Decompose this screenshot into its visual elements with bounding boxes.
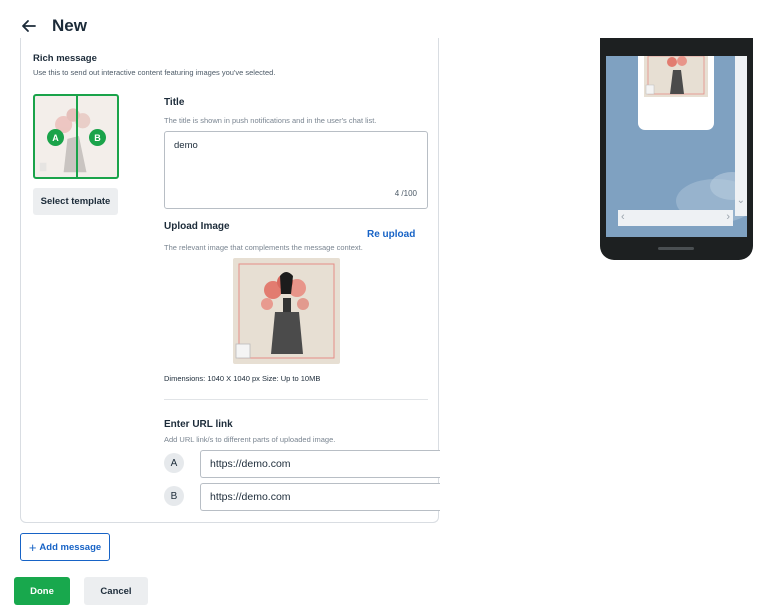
add-message-button[interactable]: + Add message xyxy=(20,533,110,561)
reupload-link[interactable]: Re upload xyxy=(367,229,415,240)
region-a-badge: A xyxy=(47,129,64,146)
uploaded-image-preview xyxy=(233,258,340,364)
arrow-left-icon[interactable] xyxy=(20,17,38,35)
cancel-button[interactable]: Cancel xyxy=(84,577,148,605)
rich-message-card: Rich message Use this to send out intera… xyxy=(20,38,440,523)
title-hint: The title is shown in push notifications… xyxy=(164,116,377,125)
rich-message-heading: Rich message xyxy=(33,53,97,64)
chevron-left-icon[interactable]: ‹ xyxy=(621,211,625,223)
url-link-hint: Add URL link/s to different parts of upl… xyxy=(164,435,336,444)
page-header: New xyxy=(20,14,87,38)
url-region-a-label: A xyxy=(164,453,184,473)
rich-message-description: Use this to send out interactive content… xyxy=(33,68,276,77)
plus-icon: + xyxy=(28,539,37,555)
add-message-label: Add message xyxy=(39,541,102,553)
title-label: Title xyxy=(164,97,185,108)
image-dimensions-note: Dimensions: 1040 X 1040 px Size: Up to 1… xyxy=(164,374,321,383)
template-preview[interactable]: A B xyxy=(33,94,119,179)
region-b-badge: B xyxy=(89,129,106,146)
template-split-line xyxy=(76,96,78,177)
done-button[interactable]: Done xyxy=(14,577,70,605)
url-link-label: Enter URL link xyxy=(164,419,233,430)
url-region-b-label: B xyxy=(164,486,184,506)
title-value: demo xyxy=(174,140,198,151)
chevron-down-icon[interactable]: ⌄ xyxy=(737,195,745,206)
select-template-button[interactable]: Select template xyxy=(33,188,118,215)
phone-screen: ⌄ ‹ › xyxy=(606,56,747,237)
phone-preview: ⌄ ‹ › xyxy=(600,38,753,260)
chevron-right-icon[interactable]: › xyxy=(726,211,730,223)
preview-vertical-scrollbar[interactable]: ⌄ xyxy=(735,56,747,216)
phone-home-indicator xyxy=(658,247,694,250)
section-divider xyxy=(164,399,428,400)
page-title: New xyxy=(52,16,87,35)
url-input-b[interactable]: https://demo.com xyxy=(200,483,440,511)
title-char-counter: 4 /100 xyxy=(394,189,417,198)
url-input-a[interactable]: https://demo.com xyxy=(200,450,440,478)
upload-hint: The relevant image that complements the … xyxy=(164,243,363,252)
preview-horizontal-scrollbar[interactable]: ‹ › xyxy=(618,210,733,226)
message-preview-bubble xyxy=(638,56,714,130)
upload-image-label: Upload Image xyxy=(164,221,230,232)
title-textarea[interactable]: demo 4 /100 xyxy=(164,131,428,209)
message-preview-image xyxy=(644,56,708,97)
